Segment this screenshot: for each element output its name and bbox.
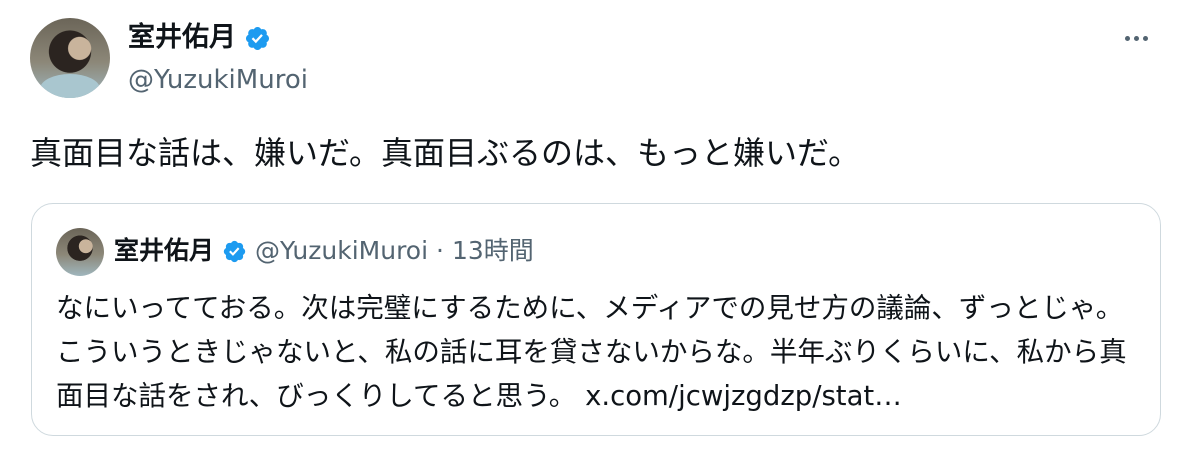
quoted-separator: · (436, 236, 444, 265)
tweet: 室井佑月 @YuzukiMuroi 真面目な話は、嫌いだ。真面目ぶるのは、もっと… (0, 0, 1184, 456)
quoted-link[interactable]: x.com/jcwjzgdzp/stat… (585, 380, 902, 412)
quoted-avatar[interactable] (56, 228, 104, 276)
verified-badge-icon (245, 26, 270, 50)
quoted-handle[interactable]: @YuzukiMuroi (255, 234, 428, 268)
tweet-text: 真面目な話は、嫌いだ。真面目ぶるのは、もっと嫌いだ。 (30, 134, 861, 172)
avatar[interactable] (30, 18, 110, 98)
display-name-row[interactable]: 室井佑月 (128, 20, 271, 56)
more-dot (1133, 35, 1139, 41)
more-options-icon[interactable] (1116, 22, 1156, 54)
more-dot (1124, 35, 1130, 41)
verified-badge-icon (223, 240, 246, 262)
quoted-timestamp[interactable]: 13時間 (452, 234, 534, 268)
quoted-display-name[interactable]: 室井佑月 (114, 234, 214, 268)
quoted-text: なにいってておる。次は完璧にするために、メディアでの見せ方の議論、ずっとじゃ。こ… (56, 286, 1141, 418)
display-name[interactable]: 室井佑月 (128, 20, 236, 56)
handle[interactable]: @YuzukiMuroi (128, 62, 308, 98)
more-dot (1142, 35, 1148, 41)
quoted-tweet[interactable]: 室井佑月 @YuzukiMuroi · 13時間 なにいってておる。次は完璧にす… (31, 203, 1161, 436)
quoted-header: 室井佑月 @YuzukiMuroi · 13時間 (114, 234, 534, 268)
